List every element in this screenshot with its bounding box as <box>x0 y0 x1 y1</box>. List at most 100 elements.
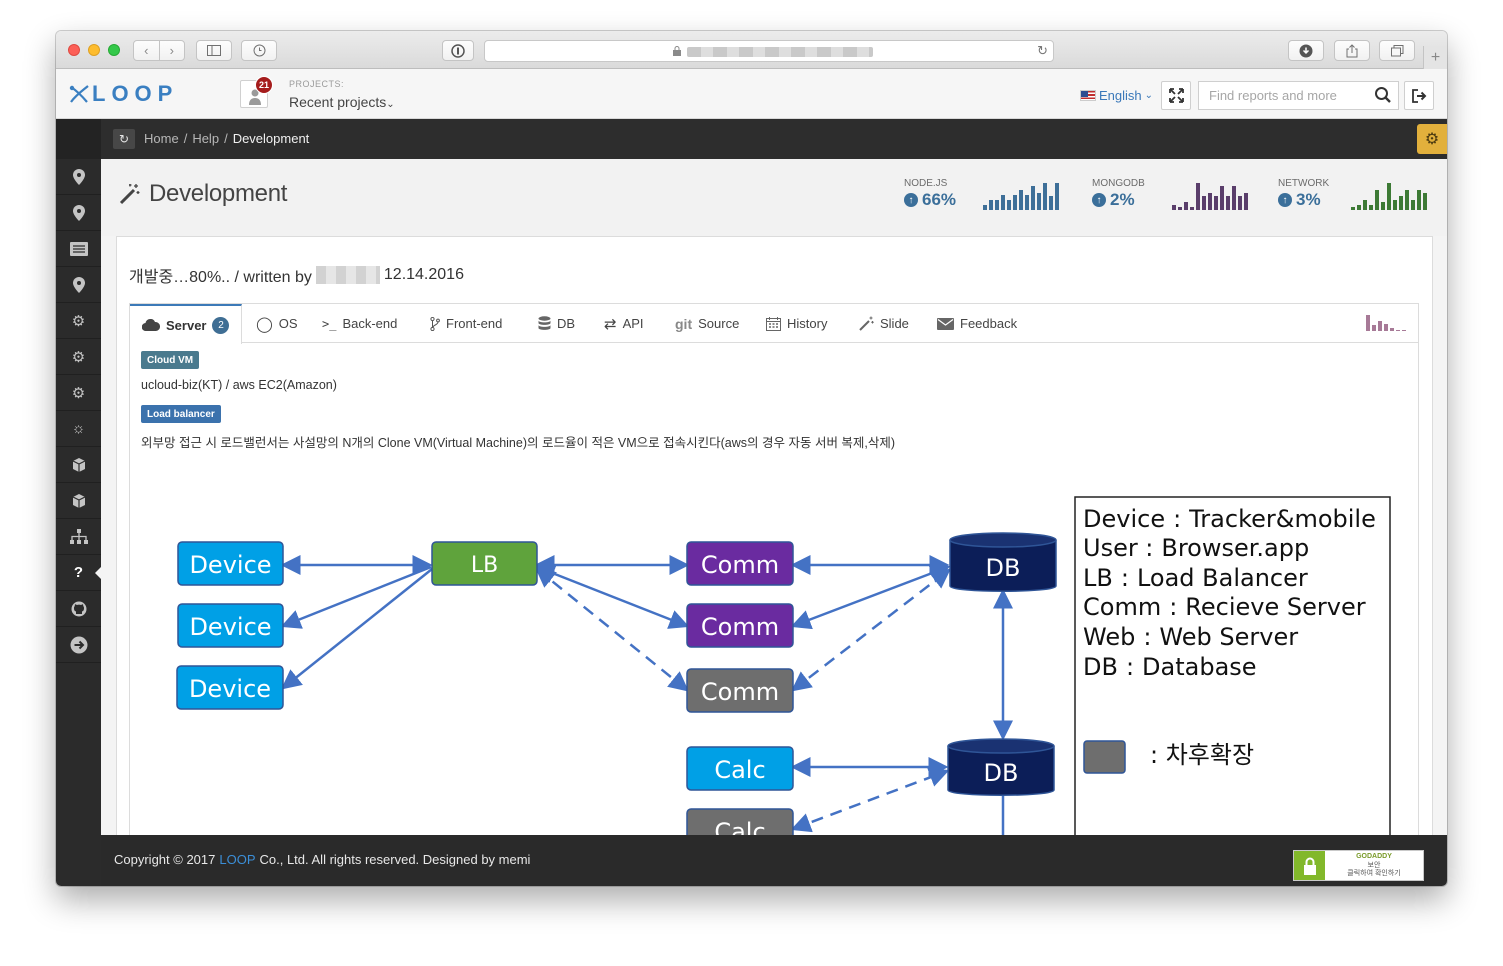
tab-content-server: Cloud VM ucloud-biz(KT) / aws EC2(Amazon… <box>129 343 1419 837</box>
tab-server[interactable]: Server 2 <box>130 304 243 344</box>
sidebar-item-cube-1[interactable] <box>56 447 101 483</box>
sparkline-bar <box>1351 206 1355 210</box>
legend-value: Load Balancer <box>1137 564 1308 592</box>
map-marker-icon <box>72 168 85 185</box>
sidebar-item-location-3[interactable] <box>56 267 101 303</box>
tab-back-end[interactable]: >_ Back-end <box>322 304 397 343</box>
diagram-legend: Device: Tracker&mobile User: Browser.app L… <box>1074 496 1391 837</box>
tab-history[interactable]: History <box>766 304 827 343</box>
breadcrumb-home[interactable]: Home <box>144 131 179 146</box>
sidebar-item-github[interactable] <box>56 591 101 627</box>
settings-panel-button[interactable]: ⚙ <box>1417 124 1447 154</box>
address-bar[interactable]: ↻ <box>484 40 1054 62</box>
sparkline-bar <box>1031 186 1035 210</box>
fullscreen-button[interactable] <box>1161 81 1191 110</box>
tab-label: Feedback <box>960 316 1018 331</box>
sparkline-bar <box>1178 206 1182 210</box>
comm-label: Comm <box>701 551 779 579</box>
tab-feedback[interactable]: Feedback <box>937 304 1017 343</box>
magic-wand-icon <box>119 184 140 205</box>
sparkline-bar <box>1208 193 1212 210</box>
redacted-author <box>315 266 380 284</box>
footer-brand-link[interactable]: LOOP <box>219 852 255 867</box>
cloud-icon <box>142 319 160 331</box>
legend-key: Device <box>1083 505 1165 533</box>
forward-icon[interactable]: › <box>158 41 185 60</box>
calc-node: Calc <box>686 746 794 791</box>
search-input[interactable] <box>1199 82 1369 109</box>
new-tab-button[interactable]: + <box>1423 46 1447 70</box>
refresh-button[interactable]: ↻ <box>113 129 135 149</box>
browser-toolbar: ‹ › ↻ + <box>56 31 1447 70</box>
comm-label: Comm <box>701 613 779 641</box>
sidebar-item-list[interactable] <box>56 231 101 267</box>
legend-row: Comm: Recieve Server <box>1083 593 1366 621</box>
downloads-button[interactable] <box>1288 40 1324 61</box>
tab-db[interactable]: DB <box>538 304 575 343</box>
tab-label: Back-end <box>342 316 398 331</box>
sidebar-toggle-button[interactable] <box>196 40 232 61</box>
sparkline-bar <box>1363 199 1367 210</box>
language-selector[interactable]: English ⌄ <box>1080 88 1153 103</box>
sidebar-item-location-2[interactable] <box>56 195 101 231</box>
zoom-window-button[interactable] <box>108 44 120 56</box>
sparkline-bar <box>1399 196 1403 210</box>
sparkline-bar <box>1190 206 1194 210</box>
reload-icon[interactable]: ↻ <box>1037 43 1048 59</box>
share-button[interactable] <box>1334 40 1370 61</box>
sparkline-bar <box>1244 193 1248 210</box>
reader-button[interactable] <box>442 40 474 61</box>
minimize-window-button[interactable] <box>88 44 100 56</box>
stat-value: ↑ 2% <box>1092 190 1145 210</box>
sidebar-item-help[interactable]: ? <box>56 555 101 591</box>
sidebar-item-settings-3[interactable]: ⚙ <box>56 375 101 411</box>
sparkline-network <box>1351 180 1427 210</box>
copyright-suffix: Co., Ltd. All rights reserved. Designed … <box>259 852 531 867</box>
sidebar-item-location-1[interactable] <box>56 159 101 195</box>
tab-slide[interactable]: Slide <box>859 304 909 343</box>
sparkline-bar <box>1055 182 1059 210</box>
arrow-circle-right-icon <box>70 636 87 653</box>
tab-source[interactable]: git Source <box>675 304 739 343</box>
sidebar-item-sun[interactable]: ☼ <box>56 411 101 447</box>
close-window-button[interactable] <box>68 44 80 56</box>
db-node: DB <box>947 738 1055 796</box>
sidebar-item-settings-1[interactable]: ⚙ <box>56 303 101 339</box>
tabs-overview-button[interactable] <box>1379 40 1415 61</box>
loop-logo[interactable]: LOOP <box>68 81 178 107</box>
back-icon[interactable]: ‹ <box>134 41 159 60</box>
comm-node: Comm <box>686 603 794 648</box>
sidebar-item-cube-2[interactable] <box>56 483 101 519</box>
tab-api[interactable]: ⇄ API <box>604 304 644 343</box>
sparkline-bar <box>1019 189 1023 210</box>
sparkline-bar <box>1196 182 1200 210</box>
comm-node: Comm <box>686 541 794 586</box>
expand-icon <box>1168 88 1184 103</box>
load-balancer-label: Load balancer <box>141 405 221 423</box>
security-seal[interactable]: GODADDY 보안 클릭하여 확인하기 <box>1293 850 1424 881</box>
tab-os[interactable]: ◯ OS <box>256 304 298 343</box>
seal-lock-icon <box>1294 851 1325 880</box>
search-icon[interactable] <box>1374 86 1392 104</box>
sidebar-item-sitemap[interactable] <box>56 519 101 555</box>
logout-button[interactable] <box>1404 81 1434 110</box>
db-label: DB <box>986 554 1021 582</box>
copyright: Copyright © 2017 LOOP Co., Ltd. All righ… <box>114 852 530 867</box>
sparkline-bar <box>1013 194 1017 210</box>
sidebar-item-settings-2[interactable]: ⚙ <box>56 339 101 375</box>
tab-front-end[interactable]: Front-end <box>430 304 502 343</box>
seal-line1: 보안 <box>1367 861 1381 869</box>
list-icon <box>69 241 88 256</box>
breadcrumb-help[interactable]: Help <box>192 131 219 146</box>
projects-dropdown[interactable]: Recent projects⌄ <box>289 94 395 110</box>
map-marker-icon <box>72 204 85 221</box>
sidebar-item-next[interactable] <box>56 627 101 663</box>
sparkline-bar <box>1411 199 1415 210</box>
history-button[interactable] <box>241 40 277 61</box>
redacted-url <box>687 47 873 57</box>
share-icon <box>1346 43 1358 57</box>
stat-label: MONGODB <box>1092 178 1145 189</box>
sparkline-bar <box>983 204 987 210</box>
breadcrumb-current: Development <box>232 131 310 146</box>
device-label: Device <box>189 613 271 641</box>
